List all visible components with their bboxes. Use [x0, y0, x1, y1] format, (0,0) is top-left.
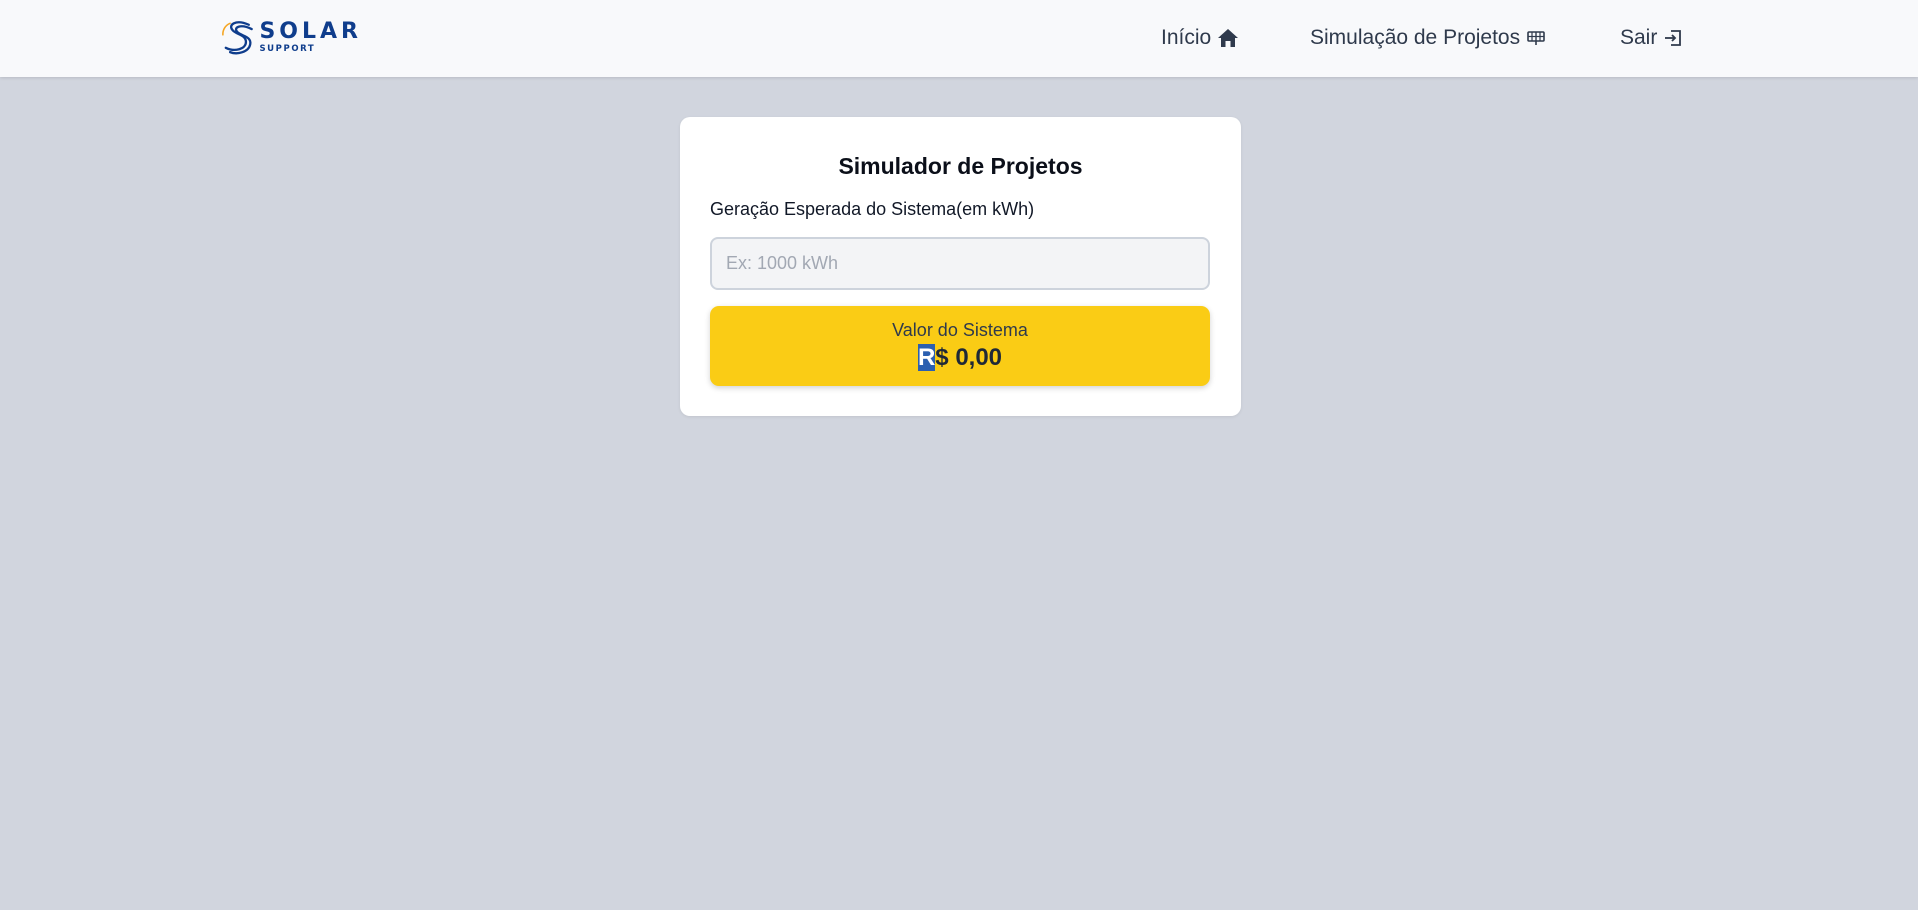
nav-item-label: Início: [1161, 26, 1212, 49]
logout-icon: [1665, 30, 1682, 46]
nav-item-label: Simulação de Projetos: [1310, 26, 1521, 49]
system-value-rest: $ 0,00: [935, 344, 1003, 371]
nav-item-inicio[interactable]: Início: [1161, 24, 1239, 52]
logo-tagline: SUPPORT: [259, 43, 316, 54]
system-value-label: Valor do Sistema: [892, 320, 1028, 340]
system-value-box: Valor do Sistema R$ 0,00: [710, 306, 1210, 386]
system-value-amount: R$ 0,00: [710, 344, 1210, 372]
generation-field-label: Geração Esperada do Sistema(em kWh): [710, 199, 1035, 219]
selected-text: R: [917, 344, 936, 371]
nav-item-label: Sair: [1620, 26, 1658, 49]
simulator-title: Simulador de Projetos: [838, 153, 1083, 179]
nav-item-simulacao[interactable]: Simulação de Projetos: [1310, 24, 1546, 52]
nav-item-sair[interactable]: Sair: [1620, 24, 1683, 52]
navbar: SOLAR SUPPORT Início Simulação de Projet…: [0, 0, 1918, 77]
home-icon: [1218, 29, 1239, 47]
solar-support-logo[interactable]: SOLAR SUPPORT: [220, 12, 362, 62]
logo-mark-icon: [222, 21, 253, 55]
simulator-card: Simulador de Projetos Geração Esperada d…: [680, 117, 1241, 416]
logo-name: SOLAR: [259, 18, 362, 44]
generation-kwh-input[interactable]: [710, 237, 1210, 290]
solar-panel-icon: [1527, 31, 1545, 45]
